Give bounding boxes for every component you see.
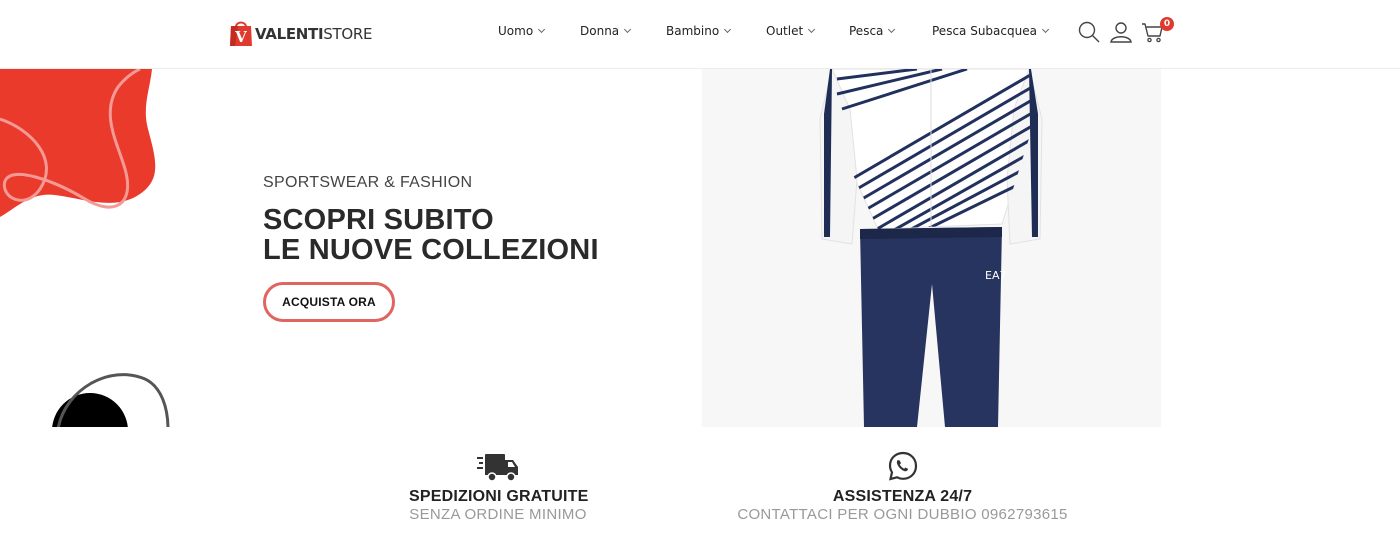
- hero-subtitle: SPORTSWEAR & FASHION: [263, 174, 473, 191]
- red-blob-decoration: [0, 69, 156, 217]
- chevron-down-icon: [1041, 25, 1050, 34]
- feature-subtitle: SENZA ORDINE MINIMO: [409, 506, 587, 523]
- product-image[interactable]: EA7: [702, 69, 1161, 427]
- nav-label: Bambino: [666, 24, 720, 38]
- user-icon[interactable]: [1109, 20, 1133, 44]
- store-name: VALENTISTORE: [255, 25, 372, 43]
- shop-now-button[interactable]: ACQUISTA ORA: [263, 282, 395, 322]
- feature-support: ASSISTENZA 24/7 CONTATTACI PER OGNI DUBB…: [735, 450, 1070, 523]
- shopping-bag-logo-icon: V: [230, 21, 252, 46]
- nav-item-donna[interactable]: Donna: [580, 24, 632, 38]
- hero-title-line: SCOPRI SUBITO: [263, 204, 494, 236]
- chevron-down-icon: [538, 25, 546, 34]
- feature-subtitle: CONTATTACI PER OGNI DUBBIO 0962793615: [737, 506, 1068, 523]
- feature-free-shipping: SPEDIZIONI GRATUITE SENZA ORDINE MINIMO: [409, 450, 589, 523]
- black-decoration: [52, 373, 170, 427]
- store-name-light: STORE: [323, 25, 373, 43]
- nav-label: Uomo: [498, 24, 534, 38]
- hero-banner: SPORTSWEAR & FASHION SCOPRI SUBITO LE NU…: [0, 69, 1400, 427]
- nav-item-uomo[interactable]: Uomo: [498, 24, 546, 38]
- hero-title-line: LE NUOVE COLLEZIONI: [263, 234, 599, 266]
- nav-label: Outlet: [766, 24, 804, 38]
- nav-item-pesca[interactable]: Pesca: [849, 24, 896, 38]
- chevron-down-icon: [808, 25, 816, 34]
- chevron-down-icon: [624, 25, 632, 34]
- delivery-truck-icon: [477, 454, 518, 482]
- nav-item-bambino[interactable]: Bambino: [666, 24, 732, 38]
- whatsapp-icon[interactable]: [887, 450, 919, 484]
- nav-item-outlet[interactable]: Outlet: [766, 24, 816, 38]
- svg-text:EA7: EA7: [985, 269, 1006, 282]
- nav-label: Donna: [580, 24, 620, 38]
- svg-text:V: V: [234, 28, 247, 46]
- cart-count-badge: 0: [1160, 17, 1174, 31]
- nav-label: Pesca Subacquea: [932, 24, 1037, 38]
- site-header: V VALENTISTORE Uomo Donna Bambino Outlet…: [0, 0, 1400, 69]
- store-name-bold: VALENTI: [255, 25, 324, 43]
- tracksuit-image: EA7: [819, 69, 1043, 427]
- store-logo[interactable]: V VALENTISTORE: [229, 16, 372, 48]
- hero-title: SCOPRI SUBITO LE NUOVE COLLEZIONI: [263, 205, 599, 265]
- chevron-down-icon: [888, 25, 896, 34]
- search-icon[interactable]: [1077, 20, 1101, 44]
- feature-title: SPEDIZIONI GRATUITE: [409, 488, 589, 505]
- chevron-down-icon: [724, 25, 732, 34]
- feature-title: ASSISTENZA 24/7: [832, 488, 973, 505]
- nav-label: Pesca: [849, 24, 884, 38]
- nav-item-pesca-subacquea[interactable]: Pesca Subacquea: [932, 24, 1050, 38]
